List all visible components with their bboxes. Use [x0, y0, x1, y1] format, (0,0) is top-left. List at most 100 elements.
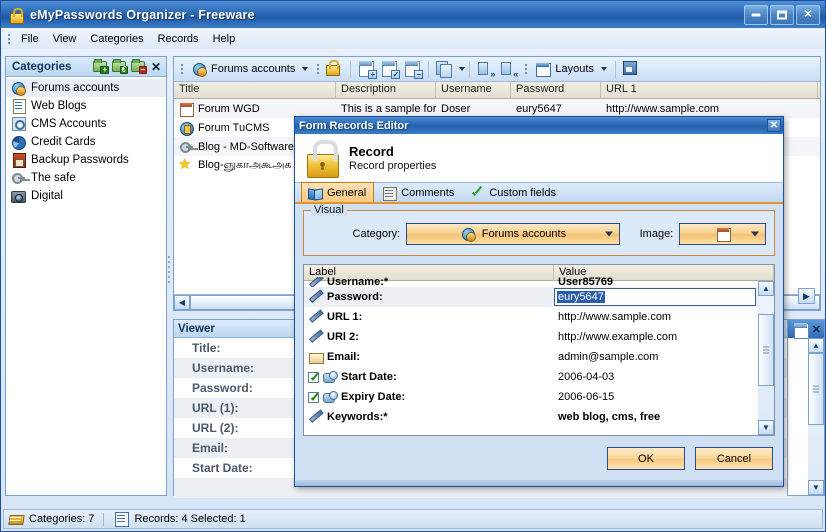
scroll-track[interactable]: [808, 425, 824, 480]
column-header-password[interactable]: Password: [511, 82, 601, 99]
layouts-label: Layouts: [555, 63, 594, 75]
column-header-description[interactable]: Description: [336, 82, 436, 99]
toolbar-separator-4: [614, 60, 616, 78]
tab-comments[interactable]: Comments: [375, 183, 462, 202]
grid-scroll-track-bottom[interactable]: [758, 386, 774, 420]
minimize-button[interactable]: [744, 4, 768, 25]
menu-item-help[interactable]: Help: [206, 31, 243, 47]
record-add-button[interactable]: +: [356, 59, 378, 79]
dialog-title-bar: Form Records Editor ✕: [295, 117, 783, 134]
chevron-down-icon: [302, 67, 309, 71]
application-window: eMyPasswords Organizer - Freeware ✕ File…: [0, 0, 826, 532]
folder-add-icon[interactable]: +: [92, 59, 109, 74]
toolbar-grip-handle-2[interactable]: [314, 61, 321, 78]
column-header-username[interactable]: Username: [436, 82, 511, 99]
sidebar-item-cms-accounts[interactable]: CMS Accounts: [6, 115, 166, 133]
menu-item-file[interactable]: File: [14, 31, 46, 47]
tab-custom-fields[interactable]: Custom fields: [463, 183, 564, 202]
sidebar-item-backup-passwords[interactable]: Backup Passwords: [6, 151, 166, 169]
sidebar-item-forums-accounts[interactable]: Forums accounts: [6, 79, 166, 97]
layouts-button[interactable]: Layouts: [531, 59, 611, 79]
menu-item-records[interactable]: Records: [151, 31, 206, 47]
menu-item-categories[interactable]: Categories: [83, 31, 150, 47]
grid-vertical-scrollbar[interactable]: ▲ ▼: [758, 281, 774, 435]
pie-chart-icon: [10, 134, 26, 150]
categories-panel-header: Categories + € – ✕: [6, 57, 166, 77]
grid-row-keywords[interactable]: Keywords:* web blog, cms, free: [304, 407, 774, 427]
grid-row-password[interactable]: Password: eury5647: [304, 287, 774, 307]
tab-general[interactable]: General: [301, 182, 375, 202]
records-scroll-right-button[interactable]: ▶: [798, 288, 815, 304]
grid-row-url1[interactable]: URL 1: http://www.sample.com: [304, 307, 774, 327]
start-date-checkbox[interactable]: [308, 371, 319, 383]
image-dropdown[interactable]: [679, 223, 766, 245]
grid-scroll-thumb[interactable]: [758, 314, 774, 386]
field-value: User85769: [558, 277, 614, 287]
grid-row-email[interactable]: Email: admin@sample.com: [304, 347, 774, 367]
sidebar-item-credit-cards[interactable]: Credit Cards: [6, 133, 166, 151]
maximize-button[interactable]: [770, 4, 794, 25]
app-lock-icon: [7, 6, 25, 24]
column-header-title[interactable]: Title: [174, 82, 336, 99]
grid-row-username[interactable]: Username:* User85769: [304, 277, 774, 287]
ok-button[interactable]: OK: [607, 447, 685, 470]
category-dropdown[interactable]: Forums accounts: [406, 223, 620, 245]
grid-row-start-date[interactable]: Start Date: 2006-04-03: [304, 367, 774, 387]
record-edit-button[interactable]: ✓: [379, 59, 401, 79]
password-edit-input[interactable]: eury5647: [554, 288, 756, 306]
field-label: Start Date:: [341, 371, 397, 383]
menu-item-view[interactable]: View: [46, 31, 84, 47]
chevron-down-icon-copy[interactable]: [459, 67, 466, 71]
scroll-up-button[interactable]: ▲: [808, 338, 824, 353]
cell-title: Forum WGD: [198, 102, 260, 115]
scroll-thumb[interactable]: [808, 353, 824, 425]
grid-row-url2[interactable]: URl 2: http://www.example.com: [304, 327, 774, 347]
grid-scroll-track-top[interactable]: [758, 296, 774, 314]
save-icon[interactable]: [621, 59, 642, 79]
field-label: URL 1:: [327, 311, 363, 323]
cell-title: Forum TuCMS: [198, 121, 270, 134]
pencil-icon: [308, 409, 324, 425]
categories-panel: Categories + € – ✕ Forums accounts Web B…: [5, 56, 167, 496]
sidebar-item-the-safe[interactable]: The safe: [6, 169, 166, 187]
calendar-icon: [178, 101, 194, 117]
field-label: Keywords:*: [327, 411, 388, 423]
dialog-footer: OK Cancel: [295, 441, 783, 486]
folder-remove-icon[interactable]: –: [130, 59, 147, 74]
records-toolbar: Forums accounts + ✓ – Layouts: [174, 57, 820, 82]
padlock-icon[interactable]: [324, 59, 345, 79]
secondary-viewer-scrollbar[interactable]: ▲ ▼: [808, 338, 824, 495]
secondary-viewer-close-icon[interactable]: ✕: [812, 323, 821, 336]
sidebar-item-digital[interactable]: Digital: [6, 187, 166, 205]
toolbar-separator: [350, 60, 352, 78]
move-next-button[interactable]: [475, 59, 496, 79]
close-button[interactable]: ✕: [796, 4, 820, 25]
categories-close-icon[interactable]: ✕: [149, 60, 163, 74]
scroll-down-button[interactable]: ▼: [808, 480, 824, 495]
visual-group: Visual Category: Forums accounts Image:: [303, 204, 775, 256]
dialog-tabs: General Comments Custom fields: [295, 182, 783, 204]
column-header-url1[interactable]: URL 1: [601, 82, 818, 99]
chevron-down-icon-image: [750, 231, 759, 237]
menu-grip-handle[interactable]: [4, 31, 13, 47]
grid-scroll-up-button[interactable]: ▲: [758, 281, 774, 296]
toolbar-grip-handle-3[interactable]: [522, 61, 529, 78]
grid-row-expiry-date[interactable]: Expiry Date: 2006-06-15: [304, 387, 774, 407]
scroll-left-button[interactable]: ◀: [174, 295, 190, 310]
record-delete-button[interactable]: –: [402, 59, 424, 79]
move-prev-button[interactable]: [498, 59, 519, 79]
field-value: 2006-04-03: [558, 371, 615, 383]
cancel-button[interactable]: Cancel: [695, 447, 773, 470]
toolbar-grip-handle[interactable]: [178, 61, 185, 78]
grid-scroll-down-button[interactable]: ▼: [758, 420, 774, 435]
sidebar-item-web-blogs[interactable]: Web Blogs: [6, 97, 166, 115]
restore-icon[interactable]: [791, 321, 809, 339]
status-categories-count: Categories: 7: [29, 513, 95, 525]
cell-password: eury5647: [516, 102, 562, 115]
folder-edit-icon[interactable]: €: [111, 59, 128, 74]
panel-splitter[interactable]: [167, 56, 172, 496]
category-selector-button[interactable]: Forums accounts: [187, 59, 312, 79]
dialog-close-button[interactable]: ✕: [767, 119, 781, 132]
expiry-date-checkbox[interactable]: [308, 391, 319, 403]
copy-record-button[interactable]: [434, 59, 455, 79]
